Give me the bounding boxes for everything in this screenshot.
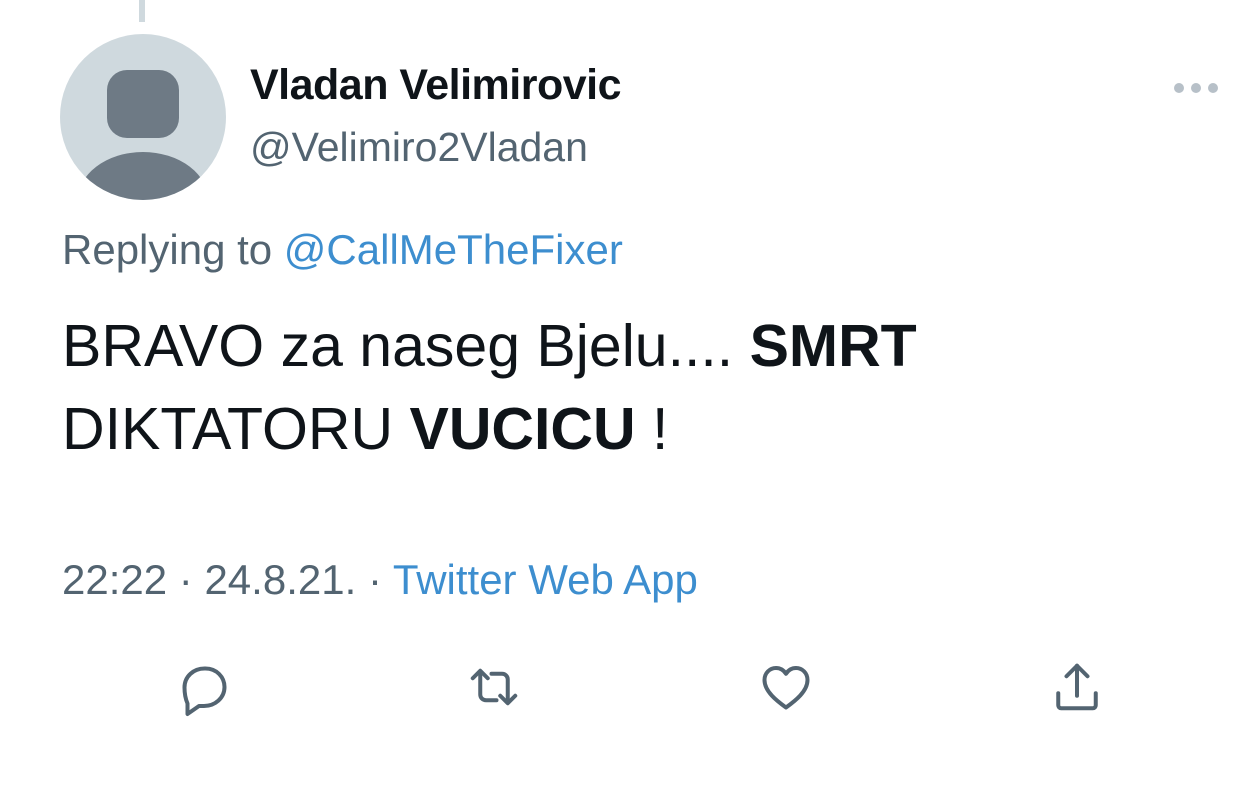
replying-to-line: Replying to @CallMeTheFixer [62,226,623,274]
thread-connector-line [139,0,145,22]
tweet-text-part: BRAVO za naseg Bjelu.... [62,313,750,379]
retweet-icon [470,668,518,706]
replying-to-label: Replying to [62,226,273,273]
tweet-text-part: DIKTATORU [62,396,410,462]
share-upload-icon [1056,663,1098,711]
avatar[interactable] [60,34,226,200]
tweet-detail: Vladan Velimirovic @Velimiro2Vladan Repl… [0,0,1248,799]
author-handle[interactable]: @Velimiro2Vladan [250,124,588,171]
like-button[interactable] [754,655,818,719]
share-button[interactable] [1045,655,1109,719]
author-display-name[interactable]: Vladan Velimirovic [250,61,622,110]
tweet-date[interactable]: 24.8.21. [204,556,356,603]
default-avatar-icon [77,70,209,200]
more-options-button[interactable] [1168,72,1224,102]
meta-separator: · [178,556,193,603]
retweet-button[interactable] [462,655,526,719]
tweet-text-bold: SMRT [749,313,917,379]
replying-to-mention-link[interactable]: @CallMeTheFixer [284,226,623,273]
tweet-text-part: ! [635,396,669,462]
tweet-text-bold: VUCICU [409,396,636,462]
heart-icon [762,666,810,710]
reply-bubble-icon [182,666,227,716]
tweet-time[interactable]: 22:22 [62,556,167,603]
meta-separator: · [367,556,382,603]
tweet-meta: 22:22 · 24.8.21. · Twitter Web App [62,556,698,604]
reply-button[interactable] [172,655,236,719]
tweet-source-link[interactable]: Twitter Web App [393,556,698,603]
tweet-text: BRAVO za naseg Bjelu.... SMRT DIKTATORU V… [62,305,1202,471]
